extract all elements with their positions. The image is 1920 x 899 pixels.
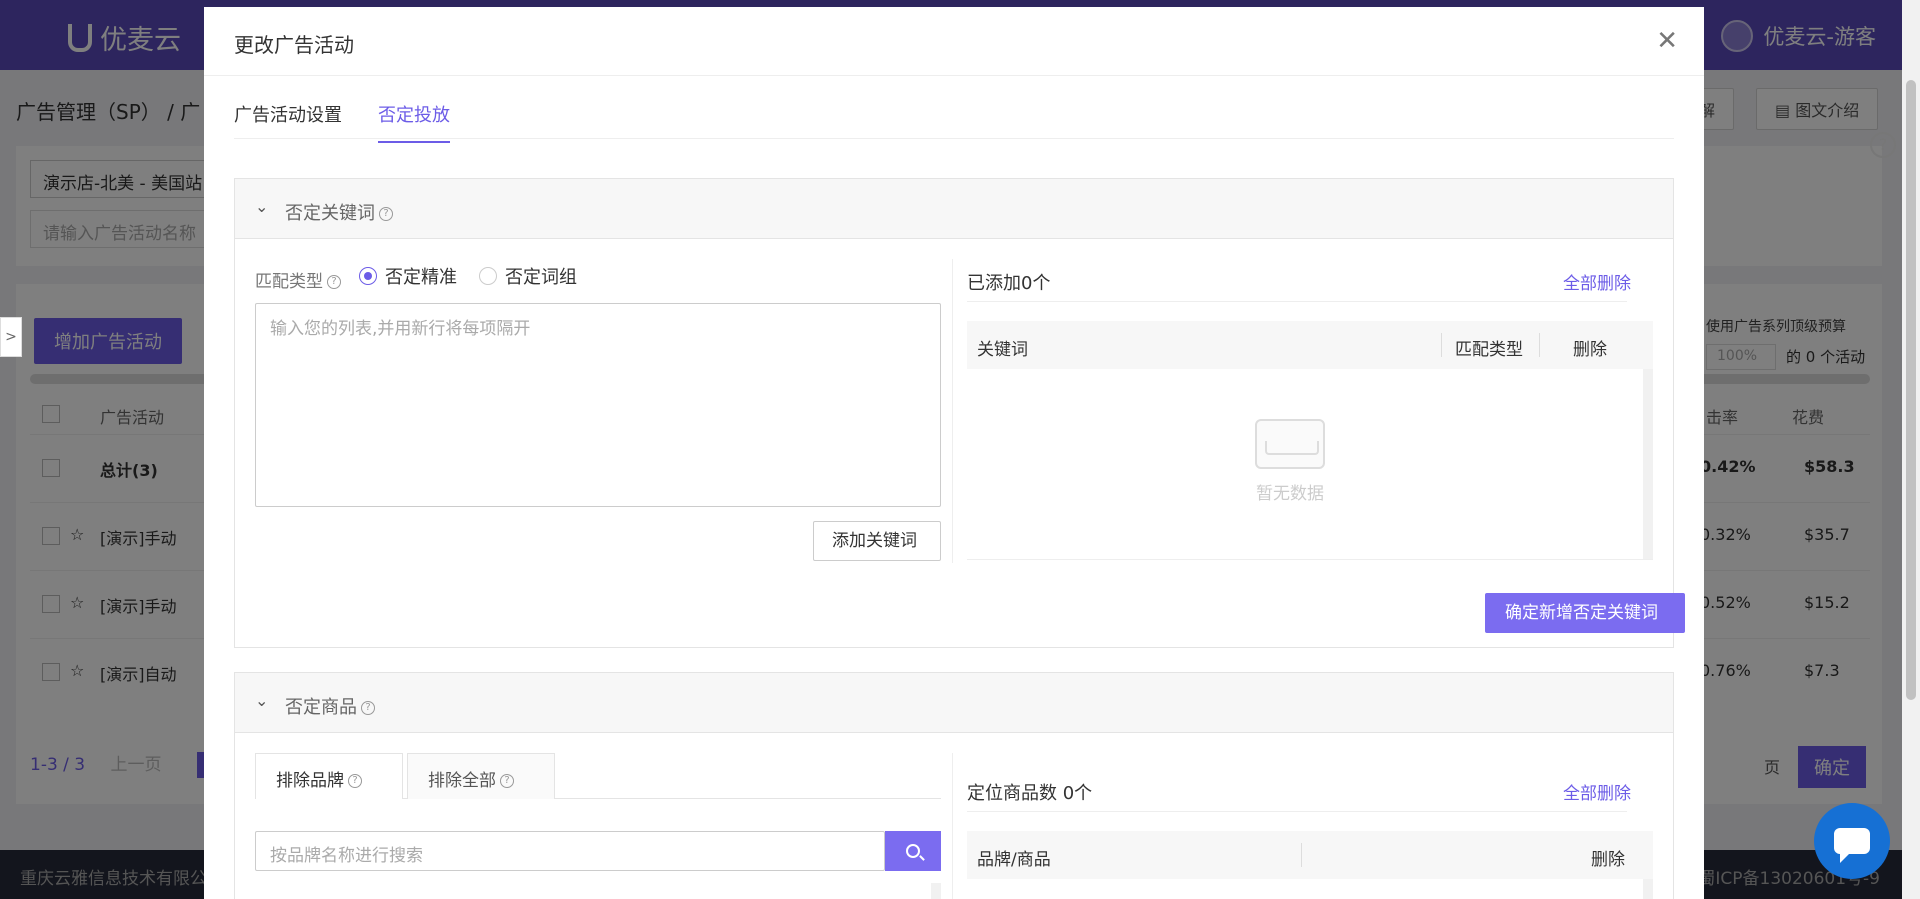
modal-tabs: 广告活动设置 否定投放 (234, 97, 1674, 143)
chat-button[interactable] (1814, 803, 1890, 879)
col-delete: 删除 (1591, 850, 1625, 870)
table-scrollbar[interactable] (1643, 879, 1653, 899)
product-subtabs: 排除品牌? 排除全部? (255, 753, 941, 799)
col-match-type: 匹配类型 (1455, 340, 1523, 360)
page-scrollbar[interactable] (1902, 0, 1920, 899)
tab-exclude-brand[interactable]: 排除品牌? (255, 753, 403, 799)
divider (204, 75, 1704, 76)
divider (1441, 333, 1442, 357)
col-brand-product: 品牌/商品 (977, 850, 1051, 870)
chevron-down-icon[interactable]: ⌄ (255, 691, 268, 710)
radio-negative-phrase[interactable]: 否定词组 (479, 263, 577, 289)
scrollbar-thumb[interactable] (1906, 80, 1916, 700)
delete-all-products-link[interactable]: 全部删除 (1563, 779, 1631, 804)
inbox-icon (1255, 419, 1325, 469)
keywords-textarea[interactable]: 输入您的列表,并用新行将每项隔开 (255, 303, 941, 507)
question-icon: ? (379, 207, 393, 221)
chat-icon (1834, 828, 1870, 863)
match-type-label: 匹配类型? (255, 267, 341, 292)
brand-search-input[interactable]: 按品牌名称进行搜索 (255, 831, 885, 871)
edit-campaign-modal: 更改广告活动 ✕ 广告活动设置 否定投放 ⌄ 否定关键词? 匹配类型? 否定精准… (204, 7, 1704, 899)
divider (952, 753, 953, 899)
divider (1301, 843, 1302, 867)
added-count: 已添加0个 (967, 273, 1051, 294)
divider (967, 301, 1627, 302)
negative-keywords-section: ⌄ 否定关键词? 匹配类型? 否定精准 否定词组 输入您的列表,并用新行将每项隔… (234, 178, 1685, 648)
list-scrollbar[interactable] (931, 883, 941, 899)
keywords-table-header: 关键词 匹配类型 删除 (967, 321, 1653, 369)
radio-negative-exact[interactable]: 否定精准 (359, 263, 457, 289)
divider (1539, 333, 1540, 357)
chevron-down-icon[interactable]: ⌄ (255, 197, 268, 216)
question-icon: ? (361, 701, 375, 715)
close-icon[interactable]: ✕ (1656, 28, 1678, 54)
empty-state: 暂无数据 (1215, 419, 1365, 504)
section-header[interactable]: ⌄ 否定关键词? (235, 179, 1673, 239)
question-icon: ? (348, 774, 362, 788)
search-icon (906, 844, 920, 858)
question-icon: ? (327, 275, 341, 289)
divider (967, 811, 1627, 812)
divider (952, 259, 953, 563)
delete-all-keywords-link[interactable]: 全部删除 (1563, 269, 1631, 294)
col-keyword: 关键词 (977, 340, 1028, 360)
tab-exclude-all[interactable]: 排除全部? (407, 753, 555, 799)
divider (967, 559, 1653, 560)
col-delete: 删除 (1573, 340, 1607, 360)
tab-campaign-settings[interactable]: 广告活动设置 (234, 101, 342, 141)
radio-dot (479, 267, 497, 285)
section-title: 否定关键词? (285, 199, 393, 225)
search-button[interactable] (885, 831, 941, 871)
section-title: 否定商品? (285, 693, 375, 719)
negative-products-section: ⌄ 否定商品? 排除品牌? 排除全部? 按品牌名称进行搜索 定位商品数 0个 全… (234, 672, 1674, 899)
table-scrollbar[interactable] (1643, 369, 1653, 559)
add-keyword-button[interactable]: 添加关键词 (813, 521, 941, 561)
sidebar-expand-icon[interactable]: > (0, 317, 22, 357)
confirm-add-negative-keywords-button[interactable]: 确定新增否定关键词 (1485, 593, 1685, 633)
tab-negative-targeting[interactable]: 否定投放 (378, 101, 450, 143)
section-header[interactable]: ⌄ 否定商品? (235, 673, 1673, 733)
radio-dot (359, 267, 377, 285)
question-icon: ? (500, 774, 514, 788)
products-table-header: 品牌/商品 删除 (967, 831, 1653, 879)
help-icon[interactable]: ? (1870, 132, 1896, 158)
modal-title: 更改广告活动 (234, 33, 354, 57)
targeted-product-count: 定位商品数 0个 (967, 783, 1093, 804)
